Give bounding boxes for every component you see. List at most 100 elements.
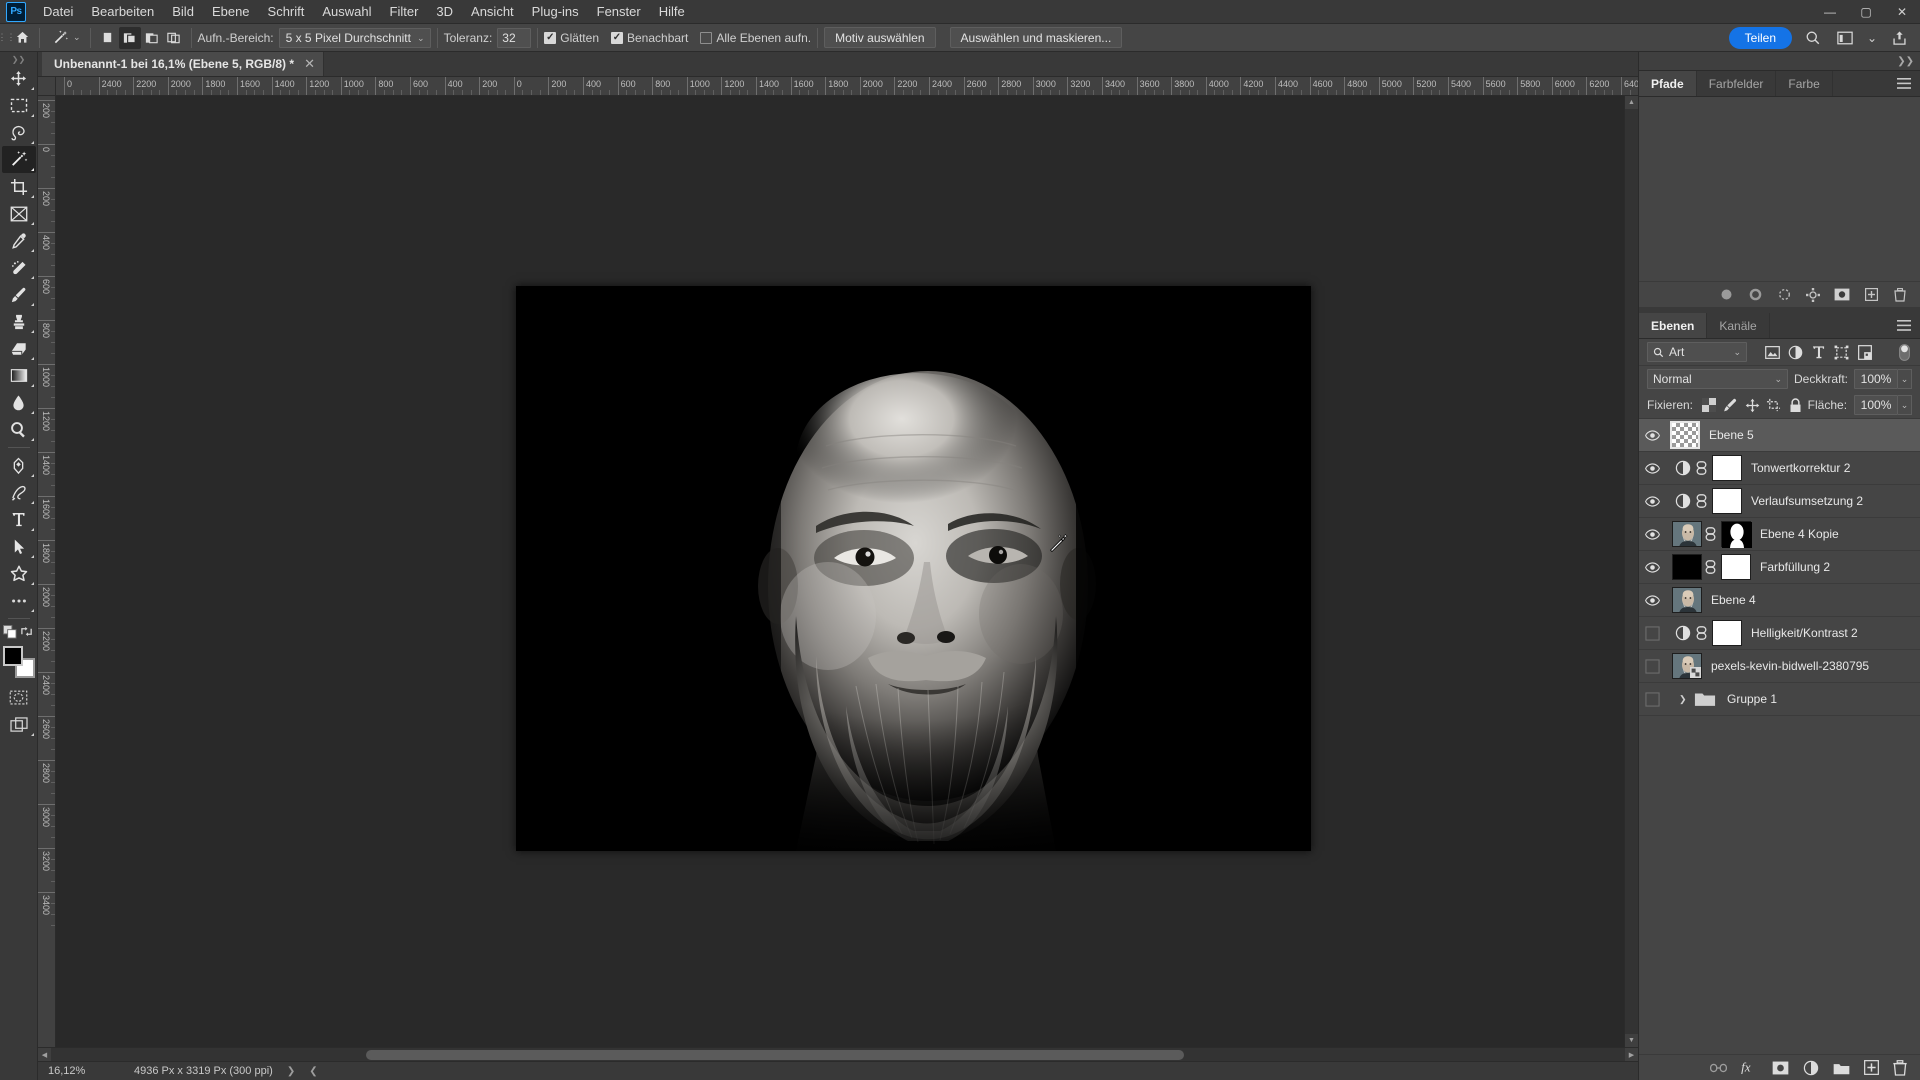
blur-tool[interactable] (2, 389, 36, 416)
frame-tool[interactable] (2, 200, 36, 227)
lock-image-icon[interactable] (1722, 396, 1741, 415)
intersect-selection-button[interactable] (163, 27, 185, 49)
move-tool[interactable] (2, 65, 36, 92)
menu-bearbeiten[interactable]: Bearbeiten (82, 1, 163, 22)
add-mask-icon[interactable] (1772, 1061, 1789, 1075)
ruler-corner[interactable] (38, 77, 56, 96)
fill-path-icon[interactable] (1718, 287, 1734, 303)
layer-mask-thumbnail[interactable] (1721, 554, 1751, 580)
lock-artboard-icon[interactable] (1765, 396, 1784, 415)
horizontal-ruler[interactable]: 0 2400 2200 2000 1800 1600 1400 1200 1000 800 600 4… (56, 77, 1638, 96)
share-button[interactable]: Teilen (1728, 26, 1792, 49)
layer-row[interactable]: Verlaufsumsetzung 2 (1639, 485, 1920, 518)
sample-size-select[interactable]: 5 x 5 Pixel Durchschnitt ⌄ (278, 27, 431, 48)
layer-thumbnail[interactable] (1672, 521, 1702, 547)
layer-thumbnail[interactable] (1672, 653, 1702, 679)
magic-wand-tool[interactable] (1, 146, 36, 173)
add-to-selection-button[interactable] (118, 26, 141, 49)
tab-pfade[interactable]: Pfade (1639, 71, 1697, 96)
load-selection-icon[interactable] (1776, 287, 1792, 303)
tab-ebenen[interactable]: Ebenen (1639, 313, 1708, 338)
menu-3d[interactable]: 3D (427, 1, 462, 22)
eraser-tool[interactable] (2, 335, 36, 362)
close-window-button[interactable]: ✕ (1884, 0, 1920, 24)
freeform-pen-tool[interactable] (2, 479, 36, 506)
layer-visibility-toggle[interactable] (1639, 461, 1666, 476)
delete-path-icon[interactable] (1892, 287, 1908, 303)
scroll-right-arrow[interactable]: ▶ (1625, 1048, 1638, 1061)
layer-mask-thumbnail[interactable] (1712, 455, 1742, 481)
adjustment-filter-icon[interactable] (1784, 342, 1807, 362)
brush-tool[interactable] (2, 281, 36, 308)
canvas-viewport[interactable] (56, 96, 1624, 1047)
layer-visibility-toggle[interactable] (1639, 494, 1666, 509)
lock-position-icon[interactable] (1743, 396, 1762, 415)
layer-row[interactable]: ❯ Gruppe 1 (1639, 683, 1920, 716)
panel-menu-icon[interactable] (1888, 313, 1920, 338)
lasso-tool[interactable] (2, 119, 36, 146)
layer-thumbnail[interactable] (1672, 554, 1702, 580)
layer-row[interactable]: Tonwertkorrektur 2 (1639, 452, 1920, 485)
foreground-color-swatch[interactable] (2, 646, 23, 666)
new-group-icon[interactable] (1833, 1061, 1850, 1075)
layer-mask-thumbnail[interactable] (1712, 620, 1742, 646)
search-icon[interactable] (1802, 27, 1824, 49)
tab-farbe[interactable]: Farbe (1776, 71, 1833, 96)
opacity-stepper[interactable]: ⌄ (1898, 369, 1912, 389)
layer-visibility-toggle[interactable] (1639, 691, 1666, 707)
link-mask-icon[interactable] (1702, 527, 1718, 541)
paths-list[interactable] (1639, 97, 1920, 281)
eyedropper-tool[interactable] (2, 227, 36, 254)
stroke-path-icon[interactable] (1747, 287, 1763, 303)
status-expand-icon[interactable]: ❯ (287, 1066, 295, 1077)
scroll-left-arrow[interactable]: ◀ (38, 1048, 51, 1061)
link-mask-icon[interactable] (1693, 626, 1709, 640)
opacity-input[interactable]: 100% (1854, 369, 1898, 389)
screen-mode-icon[interactable] (2, 711, 36, 738)
home-button[interactable] (11, 27, 33, 49)
scroll-track[interactable] (1625, 109, 1638, 1034)
link-mask-icon[interactable] (1702, 560, 1718, 574)
add-mask-icon[interactable] (1834, 287, 1850, 303)
menu-ebene[interactable]: Ebene (203, 1, 259, 22)
layer-visibility-toggle[interactable] (1639, 560, 1666, 575)
type-tool[interactable] (2, 506, 36, 533)
maximize-button[interactable]: ▢ (1848, 0, 1884, 24)
new-path-icon[interactable] (1863, 287, 1879, 303)
adjustment-layer-icon[interactable] (1672, 493, 1693, 509)
blend-mode-select[interactable]: Normal ⌄ (1647, 369, 1788, 389)
contiguous-checkbox[interactable]: Benachbart (611, 31, 688, 45)
chevron-down-icon[interactable]: ⌄ (1866, 27, 1878, 49)
layer-row[interactable]: Helligkeit/Kontrast 2 (1639, 617, 1920, 650)
crop-tool[interactable] (2, 173, 36, 200)
pixel-filter-icon[interactable] (1761, 342, 1784, 362)
group-expand-arrow[interactable]: ❯ (1679, 694, 1692, 705)
workspace-icon[interactable] (1834, 27, 1856, 49)
layer-row[interactable]: Farbfüllung 2 (1639, 551, 1920, 584)
share-export-icon[interactable] (1888, 27, 1910, 49)
select-subject-button[interactable]: Motiv auswählen (824, 27, 936, 48)
layer-visibility-toggle[interactable] (1639, 625, 1666, 641)
gradient-tool[interactable] (2, 362, 36, 389)
layer-visibility-toggle[interactable] (1639, 527, 1666, 542)
layer-row[interactable]: pexels-kevin-bidwell-2380795 (1639, 650, 1920, 683)
quick-mask-icon[interactable] (2, 684, 36, 711)
pen-tool[interactable] (2, 452, 36, 479)
layer-visibility-toggle[interactable] (1639, 658, 1666, 674)
lock-all-icon[interactable] (1786, 396, 1805, 415)
lock-transparency-icon[interactable] (1700, 396, 1719, 415)
link-mask-icon[interactable] (1693, 461, 1709, 475)
adjustment-layer-icon[interactable] (1672, 460, 1693, 476)
layer-list[interactable]: Ebene 5 Tonwertkorrektur 2 Verlaufsumsetzu… (1639, 418, 1920, 1054)
toolbar-collapse[interactable]: ❯❯ (12, 55, 25, 65)
subtract-from-selection-button[interactable] (141, 27, 163, 49)
layer-visibility-toggle[interactable] (1639, 593, 1666, 608)
color-swatches[interactable] (2, 646, 35, 678)
panel-menu-icon[interactable] (1888, 71, 1920, 96)
swap-colors-icon[interactable] (20, 625, 34, 642)
tab-farbfelder[interactable]: Farbfelder (1696, 71, 1777, 96)
fill-input[interactable]: 100% (1854, 395, 1899, 415)
custom-shape-tool[interactable] (2, 560, 36, 587)
scroll-track[interactable] (51, 1048, 1625, 1061)
canvas-horizontal-scrollbar[interactable]: ◀ ▶ (38, 1047, 1638, 1061)
